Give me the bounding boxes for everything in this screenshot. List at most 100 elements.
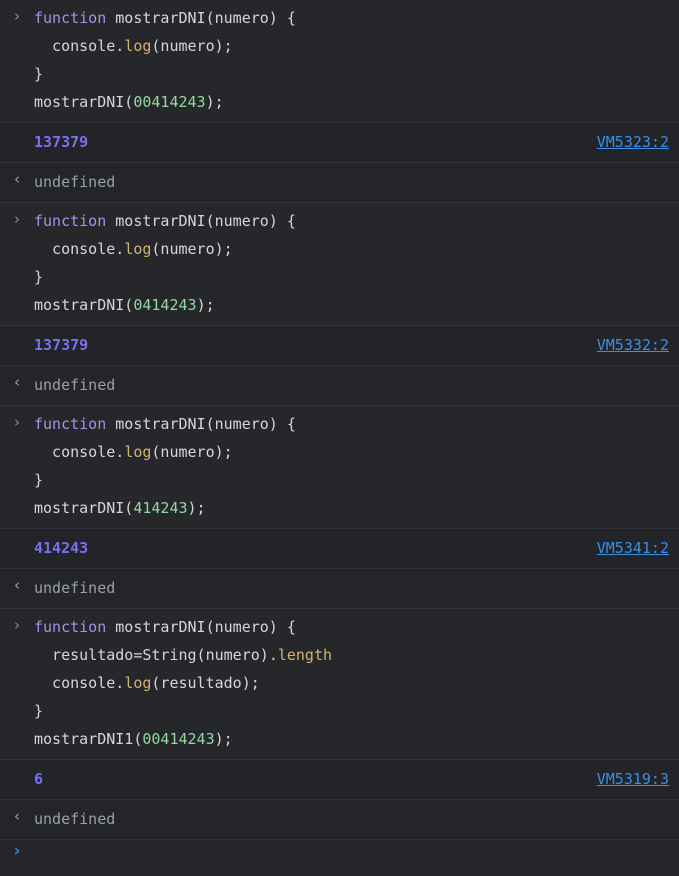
- code-line: }: [34, 466, 669, 494]
- code-token: function: [34, 618, 107, 636]
- code-token: mostrarDNI1(: [34, 730, 143, 748]
- chevron-right-icon: ›: [14, 616, 20, 634]
- console-result-row: ‹ undefined: [0, 366, 679, 406]
- result-chevron-gutter: ‹: [0, 569, 34, 608]
- code-token: log: [124, 240, 152, 258]
- console-output-line: 414243 VM5341:2: [0, 534, 679, 562]
- code-token: 414243: [133, 499, 188, 517]
- chevron-left-icon: ‹: [14, 170, 20, 188]
- console-result-row: ‹ undefined: [0, 163, 679, 203]
- code-line: mostrarDNI(414243);: [34, 494, 669, 522]
- code-token: mostrarDNI(numero) {: [115, 212, 296, 230]
- console-input-row[interactable]: › function mostrarDNI(numero) { console.l…: [0, 406, 679, 529]
- console-result-value: undefined: [34, 376, 116, 394]
- console-result-line: undefined: [0, 574, 679, 602]
- code-token: );: [187, 499, 206, 517]
- code-line: mostrarDNI(0414243);: [34, 291, 669, 319]
- chevron-left-icon: ‹: [14, 373, 20, 391]
- console-prompt-row[interactable]: ›: [0, 840, 679, 876]
- console-result-row: ‹ undefined: [0, 569, 679, 609]
- console-output-row: 137379 VM5323:2: [0, 123, 679, 163]
- code-token: 00414243: [142, 730, 215, 748]
- code-token: }: [34, 268, 44, 286]
- console-output-value: 137379: [34, 336, 89, 354]
- input-chevron-gutter: ›: [0, 0, 34, 122]
- console-result-line: undefined: [0, 371, 679, 399]
- code-token: .: [115, 37, 125, 55]
- console-result-row: ‹ undefined: [0, 800, 679, 840]
- prompt-chevron-gutter: ›: [0, 840, 34, 876]
- console-output-line: 6 VM5319:3: [0, 765, 679, 793]
- code-line: }: [34, 263, 669, 291]
- code-line: console.log(numero);: [34, 438, 669, 466]
- code-token: (resultado);: [151, 674, 260, 692]
- console-output-row: 6 VM5319:3: [0, 760, 679, 800]
- code-token: console: [34, 443, 116, 461]
- console-input-code: function mostrarDNI(numero) { console.lo…: [0, 4, 679, 116]
- console-input-row[interactable]: › function mostrarDNI(numero) { resultado…: [0, 609, 679, 760]
- code-token: length: [277, 646, 333, 664]
- console-prompt-input[interactable]: [0, 847, 679, 867]
- code-token: mostrarDNI(numero) {: [115, 415, 296, 433]
- code-token: log: [124, 443, 152, 461]
- code-line: function mostrarDNI(numero) {: [34, 613, 669, 641]
- input-chevron-gutter: ›: [0, 203, 34, 325]
- code-token: }: [34, 65, 44, 83]
- code-token: 0414243: [133, 296, 197, 314]
- code-line: console.log(resultado);: [34, 669, 669, 697]
- code-token: .: [115, 674, 125, 692]
- console-input-row[interactable]: › function mostrarDNI(numero) { console.l…: [0, 203, 679, 326]
- code-token: );: [214, 730, 233, 748]
- code-token: );: [196, 296, 215, 314]
- code-token: log: [124, 674, 152, 692]
- console-source-link[interactable]: VM5319:3: [597, 765, 669, 793]
- code-token: 00414243: [133, 93, 206, 111]
- code-token: (numero);: [151, 443, 233, 461]
- code-line: resultado=String(numero).length: [34, 641, 669, 669]
- chevron-right-icon: ›: [13, 841, 21, 861]
- console-input-code: function mostrarDNI(numero) { console.lo…: [0, 410, 679, 522]
- code-token: }: [34, 471, 44, 489]
- code-token: log: [124, 37, 152, 55]
- code-token: mostrarDNI(numero) {: [115, 9, 296, 27]
- result-chevron-gutter: ‹: [0, 800, 34, 839]
- code-line: mostrarDNI(00414243);: [34, 88, 669, 116]
- console-output-line: 137379 VM5323:2: [0, 128, 679, 156]
- code-token: console: [34, 37, 116, 55]
- code-line: function mostrarDNI(numero) {: [34, 207, 669, 235]
- code-token: mostrarDNI(numero) {: [115, 618, 296, 636]
- result-chevron-gutter: ‹: [0, 366, 34, 405]
- chevron-right-icon: ›: [14, 210, 20, 228]
- code-line: function mostrarDNI(numero) {: [34, 410, 669, 438]
- code-token: mostrarDNI(: [34, 499, 134, 517]
- console-result-value: undefined: [34, 173, 116, 191]
- console-output-row: 137379 VM5332:2: [0, 326, 679, 366]
- code-line: }: [34, 60, 669, 88]
- code-token: function: [34, 212, 107, 230]
- console-result-value: undefined: [34, 810, 116, 828]
- console-output-value: 137379: [34, 133, 89, 151]
- code-token: (numero);: [151, 240, 233, 258]
- devtools-console-panel[interactable]: › function mostrarDNI(numero) { console.l…: [0, 0, 679, 876]
- console-output-value: 414243: [34, 539, 89, 557]
- console-source-link[interactable]: VM5323:2: [597, 128, 669, 156]
- console-input-row[interactable]: › function mostrarDNI(numero) { console.l…: [0, 0, 679, 123]
- code-token: );: [205, 93, 224, 111]
- console-source-link[interactable]: VM5341:2: [597, 534, 669, 562]
- console-result-value: undefined: [34, 579, 116, 597]
- console-output-row: 414243 VM5341:2: [0, 529, 679, 569]
- result-chevron-gutter: ‹: [0, 163, 34, 202]
- console-output-line: 137379 VM5332:2: [0, 331, 679, 359]
- code-token: }: [34, 702, 44, 720]
- chevron-right-icon: ›: [14, 413, 20, 431]
- console-input-code: function mostrarDNI(numero) { resultado=…: [0, 613, 679, 753]
- console-source-link[interactable]: VM5332:2: [597, 331, 669, 359]
- code-token: .: [268, 646, 278, 664]
- code-token: mostrarDNI(: [34, 296, 134, 314]
- code-line: console.log(numero);: [34, 235, 669, 263]
- code-token: (numero);: [151, 37, 233, 55]
- input-chevron-gutter: ›: [0, 406, 34, 528]
